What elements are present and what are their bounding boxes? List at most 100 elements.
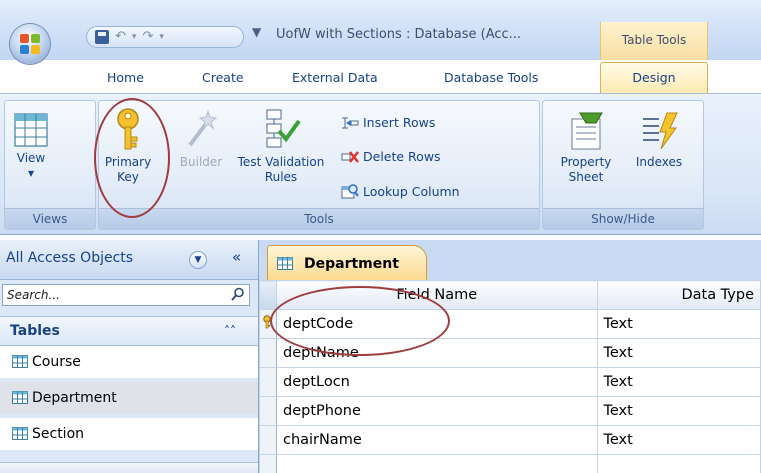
tab-design[interactable]: Design — [600, 62, 708, 94]
table-row[interactable]: deptName Text — [259, 338, 761, 368]
queries-section-header-partial[interactable] — [0, 462, 258, 473]
builder-label: Builder — [179, 155, 223, 169]
tools-group: Primary Key Builder Test Validation Rule… — [98, 100, 540, 230]
table-row[interactable]: chairName Text — [259, 425, 761, 455]
indexes-label: Indexes — [635, 155, 683, 169]
delete-rows-button[interactable]: Delete Rows — [341, 149, 441, 164]
table-icon — [12, 427, 28, 440]
show-hide-group: Property Sheet Indexes Show/Hide — [542, 100, 704, 230]
insert-rows-label: Insert Rows — [363, 115, 436, 130]
undo-dropdown-icon[interactable]: ▾ — [132, 29, 137, 45]
table-icon — [12, 391, 28, 404]
property-sheet-icon — [571, 112, 603, 150]
data-type-cell[interactable]: Text — [596, 338, 761, 368]
insert-rows-icon — [342, 117, 359, 128]
delete-rows-label: Delete Rows — [363, 149, 441, 164]
nav-pane-menu-icon[interactable]: ▼ — [189, 251, 207, 269]
views-group: View ▾ Views — [4, 100, 96, 230]
tab-create[interactable]: Create — [196, 66, 250, 90]
table-row[interactable] — [259, 454, 761, 473]
data-type-cell[interactable]: Text — [596, 396, 761, 426]
nav-item-section[interactable]: Section — [0, 418, 258, 450]
data-type-cell[interactable]: Text — [596, 425, 761, 455]
nav-item-course[interactable]: Course — [0, 346, 258, 378]
table-row[interactable]: deptCode Text — [259, 309, 761, 339]
navigation-pane: All Access Objects ▼ « Tables ˄˄ Course — [0, 240, 259, 473]
datasheet-view-icon — [14, 113, 48, 147]
lookup-column-button[interactable]: Lookup Column — [341, 183, 460, 199]
test-validation-rules-button[interactable]: Test Validation Rules — [235, 107, 327, 185]
row-selector[interactable] — [259, 425, 277, 455]
select-all-corner[interactable] — [259, 280, 277, 310]
field-name-cell[interactable]: chairName — [275, 425, 598, 455]
field-name-cell[interactable]: deptLocn — [275, 367, 598, 397]
search-icon[interactable] — [231, 287, 245, 301]
field-name-cell[interactable]: deptName — [275, 338, 598, 368]
property-sheet-label-line2: Sheet — [568, 170, 604, 184]
view-button[interactable]: View ▾ — [11, 113, 51, 181]
view-label: View — [16, 151, 46, 165]
primary-key-icon — [263, 315, 271, 329]
ribbon-tabs: Home Create External Data Database Tools… — [0, 60, 761, 94]
redo-dropdown-icon[interactable]: ▾ — [159, 29, 164, 45]
grid-header-row: Field Name Data Type — [259, 280, 761, 310]
primary-key-label-line2: Key — [117, 170, 139, 184]
redo-icon[interactable]: ↷ — [142, 29, 153, 45]
nav-item-department[interactable]: Department — [0, 382, 258, 414]
primary-key-label-line1: Primary — [104, 155, 152, 169]
tables-section-label: Tables — [10, 323, 60, 339]
view-dropdown-icon: ▾ — [27, 166, 35, 180]
tables-section-header[interactable]: Tables ˄˄ — [0, 316, 258, 346]
nav-item-label: Department — [32, 390, 117, 406]
test-validation-label-line2: Rules — [264, 170, 298, 184]
save-icon[interactable] — [95, 30, 109, 44]
nav-search-input[interactable] — [3, 285, 227, 305]
builder-button[interactable]: Builder — [171, 107, 231, 170]
row-selector[interactable] — [259, 367, 277, 397]
table-design-grid: Field Name Data Type deptCode Text deptN… — [259, 280, 761, 473]
customize-qat-icon[interactable]: ▼ — [252, 25, 261, 39]
data-type-cell[interactable]: Text — [596, 309, 761, 339]
data-type-cell[interactable]: Text — [596, 367, 761, 397]
tools-group-label: Tools — [99, 208, 539, 229]
shutter-bar-collapse-icon[interactable]: « — [232, 248, 241, 266]
lookup-column-label: Lookup Column — [363, 183, 460, 199]
title-bar: ↶ ▾ ↷ ▾ ▼ UofW with Sections : Database … — [0, 0, 761, 64]
key-icon — [117, 108, 139, 150]
row-selector[interactable] — [259, 454, 277, 473]
data-type-cell[interactable] — [596, 454, 761, 473]
property-sheet-label-line1: Property — [560, 155, 612, 169]
document-tab-label: Department — [304, 256, 399, 272]
nav-pane-header[interactable]: All Access Objects ▼ « — [0, 240, 258, 280]
row-selector[interactable] — [259, 338, 277, 368]
builder-wand-icon — [188, 109, 218, 147]
column-header-data-type[interactable]: Data Type — [596, 280, 761, 310]
lookup-column-icon — [341, 184, 359, 199]
test-validation-label-line1: Test Validation — [237, 155, 325, 169]
field-name-cell[interactable] — [275, 454, 598, 473]
property-sheet-button[interactable]: Property Sheet — [549, 111, 623, 185]
office-button[interactable] — [10, 24, 50, 64]
tab-external-data[interactable]: External Data — [286, 66, 384, 90]
insert-rows-button[interactable]: Insert Rows — [341, 115, 435, 130]
collapse-section-icon[interactable]: ˄˄ — [224, 324, 236, 338]
nav-search-box — [2, 284, 250, 306]
tab-home[interactable]: Home — [101, 66, 150, 90]
document-tab-strip: Department — [259, 240, 761, 281]
quick-access-toolbar: ↶ ▾ ↷ ▾ — [86, 26, 244, 48]
delete-rows-icon — [341, 150, 359, 163]
primary-key-button[interactable]: Primary Key — [103, 107, 153, 185]
tab-database-tools[interactable]: Database Tools — [438, 66, 544, 90]
field-name-cell[interactable]: deptCode — [275, 309, 598, 339]
column-header-field-name[interactable]: Field Name — [275, 280, 598, 310]
field-name-cell[interactable]: deptPhone — [275, 396, 598, 426]
row-selector[interactable] — [259, 309, 277, 339]
undo-icon[interactable]: ↶ — [115, 29, 126, 45]
table-row[interactable]: deptPhone Text — [259, 396, 761, 426]
table-row[interactable]: deptLocn Text — [259, 367, 761, 397]
document-area: Department Field Name Data Type deptCode… — [259, 240, 761, 473]
indexes-button[interactable]: Indexes — [629, 111, 689, 170]
table-icon — [277, 257, 293, 270]
row-selector[interactable] — [259, 396, 277, 426]
document-tab-department[interactable]: Department — [267, 245, 427, 281]
